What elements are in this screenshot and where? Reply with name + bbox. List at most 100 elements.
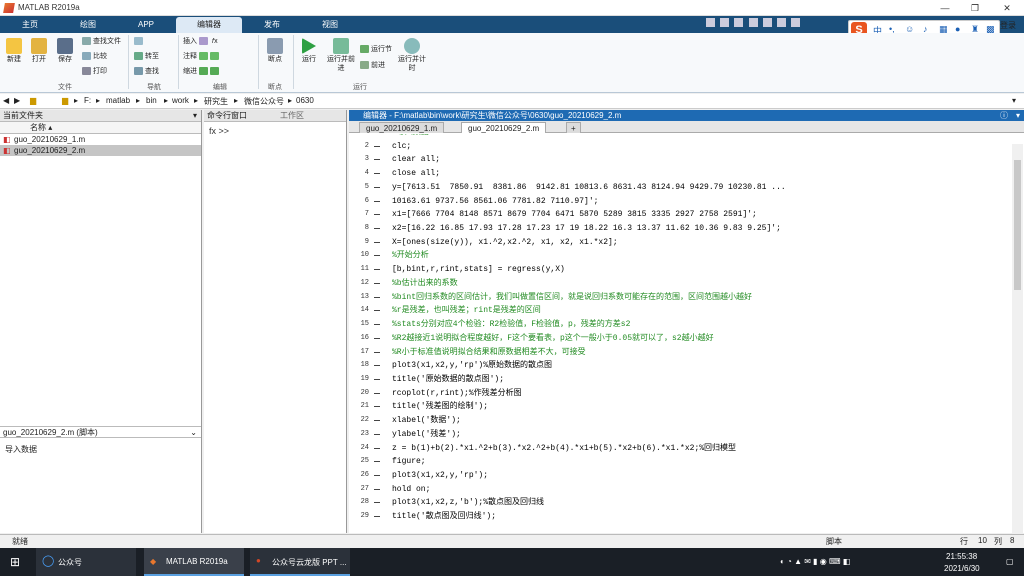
code-line[interactable]: %导入数据: [392, 134, 429, 139]
redo-icon[interactable]: [777, 18, 787, 27]
code-line[interactable]: %开始分析: [392, 249, 429, 262]
taskbar-app-matlab[interactable]: ◆ MATLAB R2019a: [144, 548, 244, 576]
print-button[interactable]: 打印: [82, 67, 107, 77]
tab-publish[interactable]: 发布: [246, 17, 298, 33]
copy-icon[interactable]: [734, 18, 744, 27]
code-line[interactable]: figure;: [392, 455, 426, 468]
code-line[interactable]: title('原始数据的散点图');: [392, 373, 504, 386]
file-item-selected[interactable]: ◧ guo_20210629_2.m: [0, 145, 201, 156]
close-button[interactable]: ✕: [992, 1, 1022, 15]
line-number[interactable]: 25: [349, 455, 389, 468]
editor-tab-2[interactable]: guo_20210629_2.m: [461, 122, 547, 133]
new-button[interactable]: 新建: [4, 38, 24, 64]
line-number[interactable]: 20: [349, 387, 389, 400]
line-number[interactable]: 23: [349, 428, 389, 441]
help-icon[interactable]: [791, 18, 801, 27]
line-number[interactable]: 18: [349, 359, 389, 372]
code-line[interactable]: %R2越接近1说明拟合程度越好，F这个要看表，p这个一般小于0.05就可以了，s…: [392, 332, 714, 345]
back-icon[interactable]: [134, 37, 145, 47]
goto-button[interactable]: 转至: [134, 52, 159, 62]
code-line[interactable]: close all;: [392, 167, 440, 180]
cut-icon[interactable]: [720, 18, 730, 27]
insert-button[interactable]: 插入 𝑓x: [183, 37, 218, 47]
code-area[interactable]: 1 %导入数据 2 clc; 3 clear all; 4 close all; 5 y=[761…: [349, 134, 1012, 533]
line-number[interactable]: 4: [349, 167, 389, 180]
code-line[interactable]: hold on;: [392, 483, 430, 496]
path-dropdown-icon[interactable]: ▾: [1012, 96, 1016, 105]
workspace-tab[interactable]: 工作区: [280, 110, 304, 122]
line-number[interactable]: 21: [349, 400, 389, 413]
line-number[interactable]: 3: [349, 153, 389, 166]
line-number[interactable]: 9: [349, 236, 389, 249]
code-line[interactable]: %stats分别对应4个检验：R2检验值，F检验值，p，残差的方差s2: [392, 318, 630, 331]
line-number[interactable]: 28: [349, 496, 389, 509]
line-number[interactable]: 17: [349, 346, 389, 359]
path-part[interactable]: bin: [146, 96, 157, 105]
path-part[interactable]: matlab: [106, 96, 130, 105]
line-number[interactable]: 8: [349, 222, 389, 235]
code-line[interactable]: title('散点图及回归线');: [392, 510, 496, 523]
code-line[interactable]: 10163.61 9737.56 8561.06 7781.82 7110.97…: [392, 195, 598, 208]
find-button[interactable]: 查找: [134, 67, 159, 77]
open-button[interactable]: 打开: [28, 38, 50, 64]
breakpoints-button[interactable]: 断点: [264, 38, 286, 64]
path-part[interactable]: 0630: [296, 96, 314, 105]
details-header[interactable]: guo_20210629_2.m (脚本) ⌄: [0, 426, 201, 438]
line-number[interactable]: 7: [349, 208, 389, 221]
search-box[interactable]: ◯ 公众号: [36, 548, 136, 576]
code-line[interactable]: clear all;: [392, 153, 440, 166]
folder-up-icon[interactable]: ▆: [30, 96, 36, 105]
paste-icon[interactable]: [748, 18, 758, 27]
panel-menu-icon[interactable]: ▾: [193, 110, 197, 122]
line-number[interactable]: 27: [349, 483, 389, 496]
tab-home[interactable]: 主页: [4, 17, 56, 33]
comment-button[interactable]: 注释: [183, 52, 221, 62]
tab-apps[interactable]: APP: [120, 17, 172, 33]
code-line[interactable]: plot3(x1,x2,z,'b');%散点图及回归线: [392, 496, 544, 509]
chevron-down-icon[interactable]: ⌄: [190, 427, 197, 439]
code-line[interactable]: z = b(1)+b(2).*x1.^2+b(3).*x2.^2+b(4).*x…: [392, 442, 736, 455]
code-line[interactable]: %bint回归系数的区间估计，我们叫做置信区间，就是说回归系数可能存在的范围，区…: [392, 291, 752, 304]
line-number[interactable]: 1: [349, 134, 389, 139]
code-line[interactable]: plot3(x1,x2,y,'rp');: [392, 469, 488, 482]
forward-icon[interactable]: ▶: [14, 96, 20, 105]
login-link[interactable]: 登录: [1000, 20, 1016, 31]
line-number[interactable]: 10: [349, 249, 389, 262]
code-line[interactable]: title('残差图的绘制');: [392, 400, 488, 413]
notification-icon[interactable]: ▢: [1006, 557, 1014, 566]
taskbar-app-ppt[interactable]: ● 公众号云龙版 PPT ...: [250, 548, 350, 576]
line-number[interactable]: 14: [349, 304, 389, 317]
find-files-button[interactable]: 查找文件: [82, 37, 121, 47]
info-icon[interactable]: ⓘ: [1000, 110, 1008, 121]
line-number[interactable]: 16: [349, 332, 389, 345]
editor-scrollbar[interactable]: [1012, 144, 1023, 533]
line-number[interactable]: 19: [349, 373, 389, 386]
name-column-header[interactable]: 名称 ▴: [0, 122, 201, 134]
code-line[interactable]: y=[7613.51 7850.91 8381.86 9142.81 10813…: [392, 181, 786, 194]
indent-button[interactable]: 缩进: [183, 67, 221, 77]
tab-plots[interactable]: 绘图: [60, 17, 116, 33]
code-line[interactable]: %b估计出来的系数: [392, 277, 458, 290]
code-line[interactable]: rcoplot(r,rint);%作残差分析图: [392, 387, 522, 400]
windows-start-icon[interactable]: ⊞: [10, 555, 20, 569]
line-number[interactable]: 5: [349, 181, 389, 194]
undo-icon[interactable]: [762, 18, 772, 27]
command-window[interactable]: 命令行窗口 工作区 fx >>: [204, 110, 347, 533]
code-line[interactable]: x1=[7666 7704 8148 8571 8679 7704 6471 5…: [392, 208, 757, 221]
code-line[interactable]: x2=[16.22 16.85 17.93 17.28 17.23 17 19 …: [392, 222, 781, 235]
save-button[interactable]: 保存: [54, 38, 76, 64]
run-time-button[interactable]: 运行并计时: [398, 38, 426, 73]
line-number[interactable]: 29: [349, 510, 389, 523]
advance-button[interactable]: 前进: [360, 61, 385, 71]
tray-icons[interactable]: ◐ ◔ ▲ ✉ ▮ ◉ ⌨ ◧: [780, 557, 850, 566]
panel-menu-icon[interactable]: ▾: [1016, 110, 1020, 121]
line-number[interactable]: 24: [349, 442, 389, 455]
run-button[interactable]: 运行: [298, 38, 320, 64]
editor-tab-1[interactable]: guo_20210629_1.m: [359, 122, 445, 133]
line-number[interactable]: 11: [349, 263, 389, 276]
new-tab-button[interactable]: +: [566, 122, 581, 133]
path-part[interactable]: work: [172, 96, 189, 105]
line-number[interactable]: 26: [349, 469, 389, 482]
maximize-button[interactable]: ❐: [960, 1, 990, 15]
tab-editor[interactable]: 编辑器: [176, 17, 242, 33]
